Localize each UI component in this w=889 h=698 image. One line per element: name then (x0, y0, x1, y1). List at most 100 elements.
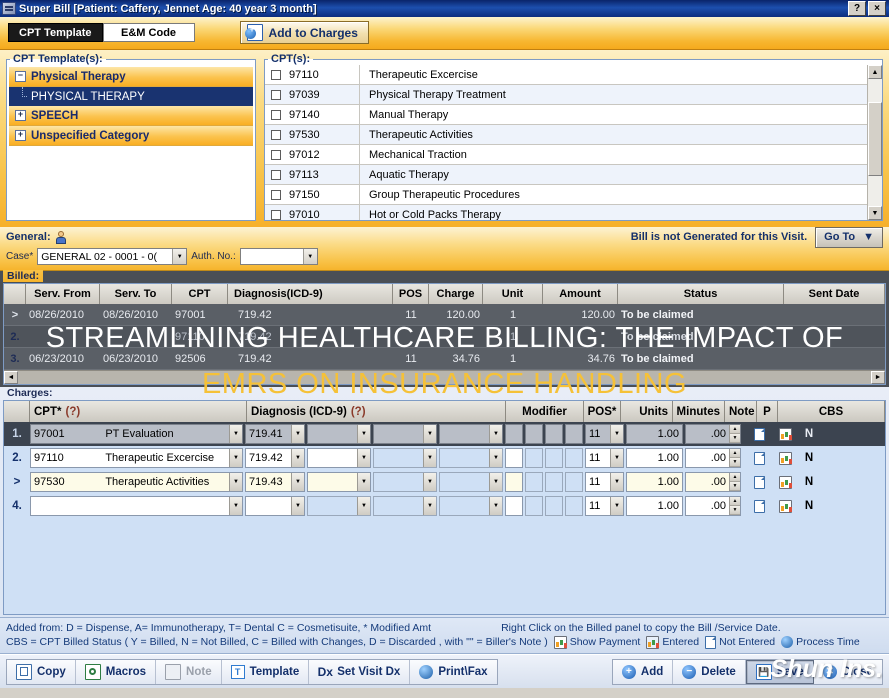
payment-icon[interactable] (779, 451, 792, 465)
case-select[interactable]: GENERAL 02 - 0001 - 0( ▼ (37, 248, 188, 265)
tree-item-physical-therapy-child[interactable]: PHYSICAL THERAPY (9, 87, 253, 106)
scroll-right-icon[interactable]: ► (871, 371, 885, 384)
set-visit-dx-button[interactable]: Dx Set Visit Dx (309, 659, 411, 684)
macros-button[interactable]: Macros (76, 659, 157, 684)
units-input[interactable]: 1.00 (626, 496, 683, 516)
expand-icon[interactable]: + (15, 110, 26, 121)
minutes-stepper[interactable]: .00 ▲ ▼ (685, 424, 741, 444)
chevron-down-icon[interactable]: ▼ (357, 473, 370, 491)
print-fax-button[interactable]: Print\Fax (410, 660, 496, 684)
charges-row[interactable]: > 97530 Therapeutic Activities ▼ 719.43 … (4, 470, 885, 494)
charges-col-p[interactable]: P (757, 401, 778, 422)
chevron-down-icon[interactable]: ▼ (229, 449, 242, 467)
chevron-down-icon[interactable]: ▼ (423, 497, 436, 515)
chevron-down-icon[interactable]: ▼ (610, 425, 623, 443)
cpt-select[interactable]: 97530 Therapeutic Activities ▼ (30, 472, 243, 492)
modifier-3-input[interactable] (545, 472, 563, 492)
chevron-down-icon[interactable]: ▼ (357, 449, 370, 467)
cpt-select[interactable]: 97110 Therapeutic Excercise ▼ (30, 448, 243, 468)
payment-cell[interactable] (775, 427, 796, 441)
chevron-down-icon[interactable]: ▼ (291, 497, 304, 515)
charges-col-note[interactable]: Note (725, 401, 757, 422)
chevron-down-icon[interactable]: ▼ (291, 425, 304, 443)
tab-cpt-template[interactable]: CPT Template (8, 23, 103, 42)
tree-node-unspecified-category[interactable]: + Unspecified Category (9, 126, 253, 146)
chevron-down-icon[interactable]: ▼ (229, 473, 242, 491)
modifier-2-input[interactable] (525, 424, 543, 444)
add-to-charges-button[interactable]: Add to Charges (239, 21, 369, 44)
add-button[interactable]: + Add (613, 659, 674, 684)
chevron-down-icon[interactable]: ▼ (489, 449, 502, 467)
chevron-down-icon[interactable]: ▼ (610, 497, 623, 515)
billed-col-serv-to[interactable]: Serv. To (100, 284, 172, 304)
diagnosis-2-select[interactable]: ▼ (307, 424, 371, 444)
scroll-down-icon[interactable]: ▼ (868, 206, 882, 220)
chevron-down-icon[interactable]: ▼ (229, 425, 242, 443)
list-item[interactable]: 97150 Group Therapeutic Procedures (265, 185, 867, 205)
scroll-up-icon[interactable]: ▲ (868, 65, 882, 79)
minutes-spinner[interactable]: ▲ ▼ (729, 473, 740, 491)
modifier-1-input[interactable] (505, 496, 523, 516)
cpt-checkbox[interactable] (271, 89, 281, 100)
modifier-1-input[interactable] (505, 472, 523, 492)
diagnosis-2-select[interactable]: ▼ (307, 448, 371, 468)
charges-col-minutes[interactable]: Minutes (673, 401, 725, 422)
modifier-2-input[interactable] (525, 448, 543, 468)
modifier-1-input[interactable] (505, 424, 523, 444)
tree-node-speech[interactable]: + SPEECH (9, 106, 253, 126)
payment-cell[interactable] (775, 475, 796, 489)
units-input[interactable]: 1.00 (626, 424, 683, 444)
diagnosis-4-select[interactable]: ▼ (439, 472, 503, 492)
chevron-down-icon[interactable]: ▼ (423, 449, 436, 467)
pos-select[interactable]: 11 ▼ (585, 472, 624, 492)
list-item[interactable]: 97012 Mechanical Traction (265, 145, 867, 165)
modifier-3-input[interactable] (545, 448, 563, 468)
billed-col-pos[interactable]: POS (393, 284, 429, 304)
payment-icon[interactable] (779, 475, 792, 489)
list-item[interactable]: 97010 Hot or Cold Packs Therapy (265, 205, 867, 220)
chevron-down-icon[interactable]: ▼ (423, 473, 436, 491)
show-payment-label[interactable]: Show Payment (570, 635, 641, 649)
charges-col-diagnosis[interactable]: Diagnosis (ICD-9) (?) (247, 401, 506, 422)
save-button[interactable]: 💾 Save (745, 659, 814, 684)
billed-col-amount[interactable]: Amount (543, 284, 618, 304)
modifier-4-input[interactable] (565, 448, 583, 468)
chevron-down-icon[interactable]: ▼ (291, 449, 304, 467)
chevron-down-icon[interactable]: ▼ (489, 473, 502, 491)
chevron-down-icon[interactable]: ▼ (302, 249, 317, 264)
note-cell[interactable] (743, 427, 775, 441)
modifier-4-input[interactable] (565, 472, 583, 492)
cpt-checkbox[interactable] (271, 189, 281, 200)
billed-col-serv-from[interactable]: Serv. From (26, 284, 100, 304)
billed-horizontal-scrollbar[interactable]: ◄ ► (4, 370, 885, 384)
minutes-stepper[interactable]: .00 ▲ ▼ (685, 496, 741, 516)
diagnosis-help-icon[interactable]: (?) (351, 406, 366, 418)
scroll-left-icon[interactable]: ◄ (4, 371, 18, 384)
billed-col-cpt[interactable]: CPT (172, 284, 228, 304)
cpt-checkbox[interactable] (271, 129, 281, 140)
list-item[interactable]: 97039 Physical Therapy Treatment (265, 85, 867, 105)
note-icon[interactable] (753, 499, 765, 513)
go-to-button[interactable]: Go To ▼ (815, 226, 883, 248)
cpt-help-icon[interactable]: (?) (65, 406, 80, 418)
chevron-down-icon[interactable]: ▼ (172, 249, 187, 264)
diagnosis-1-select[interactable]: 719.41 ▼ (245, 424, 305, 444)
close-button[interactable]: ✕ Close (814, 660, 882, 684)
table-row[interactable]: > 08/26/2010 08/26/2010 97001 719.42 11 … (4, 304, 885, 326)
charges-row[interactable]: 1. 97001 PT Evaluation ▼ 719.41 ▼ ▼ ▼ ▼ … (4, 422, 885, 446)
charges-col-modifier[interactable]: Modifier (506, 401, 584, 422)
units-input[interactable]: 1.00 (626, 472, 683, 492)
note-cell[interactable] (743, 451, 775, 465)
template-button[interactable]: T Template (222, 659, 310, 684)
payment-icon[interactable] (779, 499, 792, 513)
charges-col-cbs[interactable]: CBS (778, 401, 885, 422)
table-row[interactable]: 3. 06/23/2010 06/23/2010 92506 719.42 11… (4, 348, 885, 370)
charges-col-units[interactable]: Units (621, 401, 673, 422)
billed-col-diagnosis[interactable]: Diagnosis(ICD-9) (228, 284, 393, 304)
scroll-track[interactable] (868, 79, 882, 206)
modifier-3-input[interactable] (545, 496, 563, 516)
pos-select[interactable]: 11 ▼ (585, 496, 624, 516)
billed-col-unit[interactable]: Unit (483, 284, 543, 304)
diagnosis-2-select[interactable]: ▼ (307, 472, 371, 492)
note-cell[interactable] (743, 499, 775, 513)
